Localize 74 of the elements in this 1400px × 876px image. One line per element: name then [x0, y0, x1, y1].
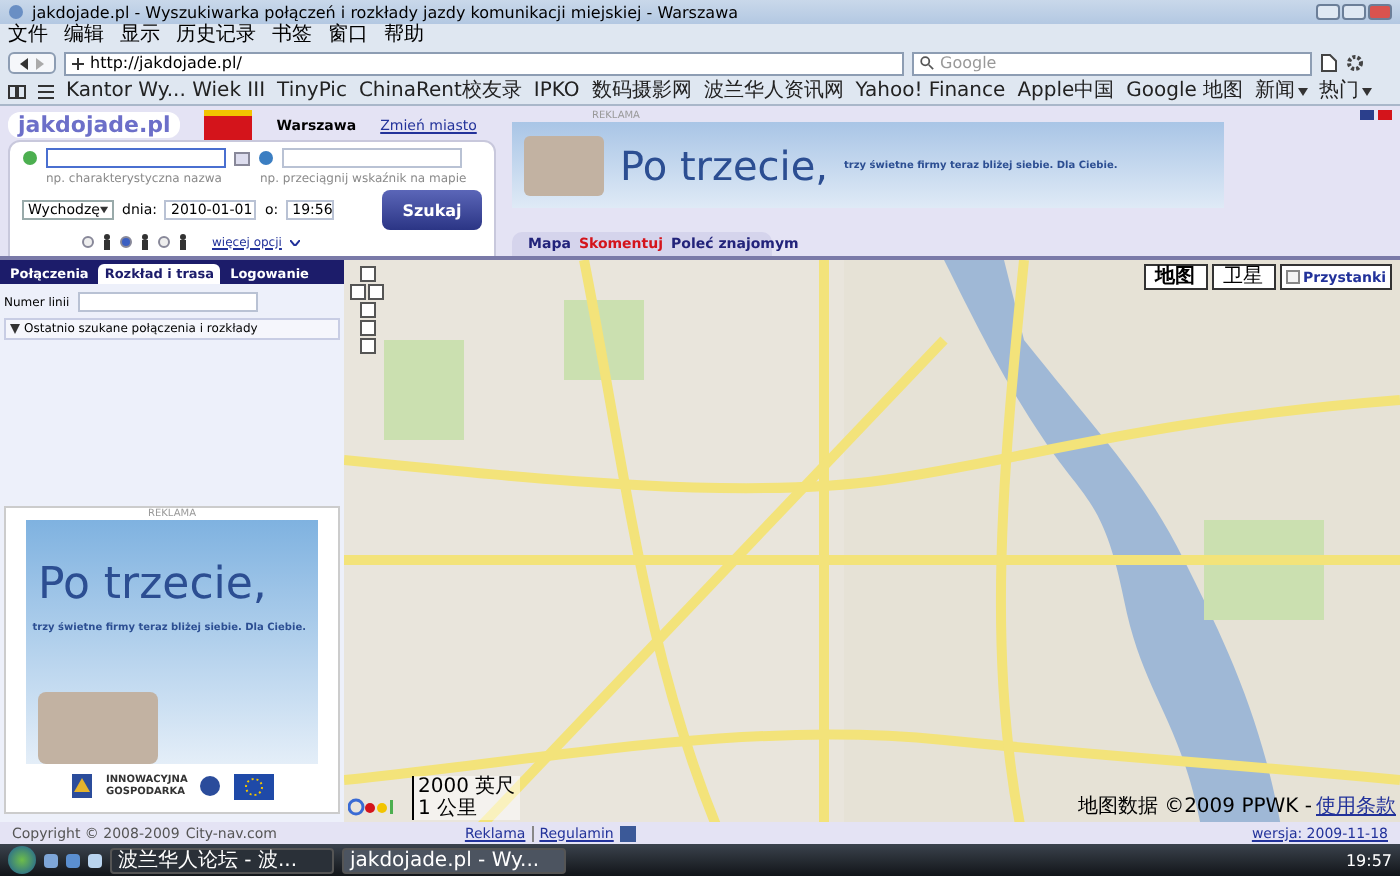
eu-flag-icon [234, 773, 274, 799]
transit-logo [204, 110, 253, 140]
grid-icon[interactable] [38, 83, 54, 99]
minimize-button[interactable] [1316, 4, 1340, 20]
bookmark-link[interactable]: 热门 [1319, 79, 1360, 103]
clock: 19:57 [1345, 851, 1392, 869]
terms-link[interactable]: 使用条款 [1316, 792, 1396, 820]
desktop-icon[interactable] [44, 853, 58, 867]
bookmark-link[interactable]: 新闻 [1255, 79, 1296, 103]
menu-item[interactable]: 编辑 [64, 24, 104, 48]
site-logo[interactable]: jakdojade.pl [8, 112, 181, 138]
swap-icon[interactable] [234, 151, 250, 165]
taskbar-button[interactable]: jakdojade.pl - Wy... [342, 847, 566, 873]
menu-item[interactable]: 窗口 [328, 24, 368, 48]
menu-item[interactable]: 显示 [120, 24, 160, 48]
maximize-button[interactable] [1342, 4, 1366, 20]
to-field[interactable] [282, 148, 462, 168]
bookmark-link[interactable]: 波兰华人资讯网 [703, 79, 844, 103]
menu-item[interactable]: 帮助 [384, 24, 424, 48]
person-icon [178, 234, 188, 250]
scale-label: 2000 英尺 [414, 776, 520, 798]
bookmark-link[interactable]: Kantor Wy... Wiek III [66, 79, 266, 103]
menu-item[interactable]: 历史记录 [176, 24, 256, 48]
line-number-field[interactable] [77, 292, 258, 312]
person-icon [140, 234, 150, 250]
star-logo-icon [70, 772, 94, 800]
book-icon[interactable] [8, 83, 26, 99]
window-switch-icon[interactable] [66, 853, 80, 867]
caret-icon[interactable] [1361, 87, 1372, 95]
traveller-radio[interactable] [120, 236, 132, 248]
bookmark-link[interactable]: Apple中国 [1017, 79, 1115, 103]
bookmark-link[interactable]: TinyPic [277, 79, 347, 103]
window-title: jakdojade.pl - Wyszukiwarka połączeń i rozkłady jazdy komunikacji miejskiej - Warszawa [32, 3, 739, 21]
bookmark-link[interactable]: ChinaRent校友录 [358, 79, 522, 103]
pan-left-button[interactable] [350, 284, 366, 300]
search-icon[interactable] [920, 56, 934, 70]
menu-item[interactable]: 文件 [8, 24, 48, 48]
search-button[interactable]: Szukaj [382, 190, 482, 230]
ad-headline: Po trzecie, [620, 141, 829, 189]
scale-label: 1 公里 [414, 798, 520, 820]
start-button[interactable] [8, 846, 36, 874]
taskbar-button[interactable]: 波兰华人论坛 - 波... [110, 847, 334, 873]
bookmark-link[interactable]: Google 地图 [1126, 79, 1244, 103]
emblem-icon [198, 774, 222, 798]
map-attribution: 地图数据 ©2009 PPWK - [1077, 793, 1312, 820]
traveller-radio[interactable] [158, 236, 170, 248]
bookmark-link[interactable]: 数码摄影网 [591, 79, 692, 103]
pan-right-button[interactable] [368, 284, 384, 300]
chevron-down-icon[interactable] [289, 239, 300, 245]
map-type-button[interactable]: 卫星 [1211, 264, 1275, 290]
plus-icon[interactable] [72, 57, 84, 69]
person-icon [102, 234, 112, 250]
address-field[interactable]: http://jakdojade.pl/ [64, 51, 904, 75]
menu-item[interactable]: 书签 [272, 24, 312, 48]
caret-icon [99, 206, 108, 214]
stops-checkbox[interactable] [1285, 270, 1299, 284]
family-photo-placeholder [38, 692, 158, 764]
map-type-button[interactable]: 地图 [1143, 264, 1207, 290]
globe-icon[interactable] [88, 853, 102, 867]
settings-icon[interactable] [1346, 54, 1364, 72]
from-field[interactable] [46, 148, 226, 168]
ad-headline: Po trzecie, [38, 560, 269, 610]
globe-icon [8, 4, 24, 20]
family-photo-placeholder [524, 135, 604, 195]
social-icon[interactable] [619, 825, 636, 841]
traveller-radio[interactable] [82, 236, 94, 248]
caret-icon[interactable] [1297, 87, 1308, 95]
bookmark-link[interactable]: Yahoo! Finance [855, 79, 1006, 103]
bookmark-link[interactable]: IPKO [533, 79, 580, 103]
back-forward-buttons[interactable] [8, 52, 56, 74]
triangle-icon [10, 324, 20, 334]
page-icon[interactable] [1320, 54, 1338, 72]
start-marker-icon [22, 150, 38, 166]
end-marker-icon [258, 150, 274, 166]
